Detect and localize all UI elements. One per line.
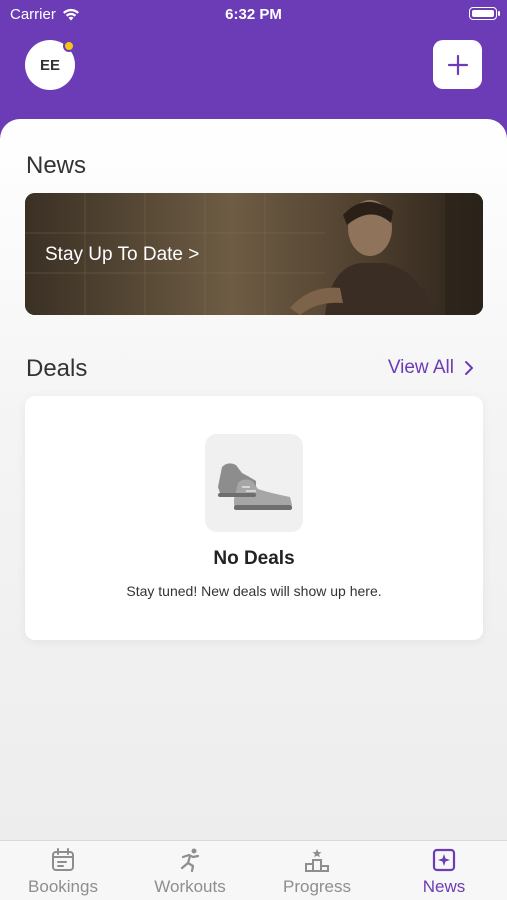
- chevron-right-icon: [465, 361, 473, 375]
- view-all-link[interactable]: View All: [388, 357, 474, 379]
- notification-dot: [63, 40, 75, 52]
- tab-workouts-label: Workouts: [154, 877, 226, 896]
- news-banner[interactable]: Stay Up To Date >: [25, 193, 483, 315]
- calendar-icon: [52, 848, 74, 871]
- view-all-label: View All: [387, 357, 454, 378]
- running-figure-icon: [180, 848, 200, 873]
- battery-icon: [469, 7, 500, 20]
- status-bar: Carrier 6:32 PM: [0, 0, 507, 30]
- clock: 6:32 PM: [225, 6, 282, 23]
- deals-section-title: Deals: [26, 355, 88, 382]
- tab-progress[interactable]: Progress: [254, 847, 380, 897]
- tab-news-label: News: [422, 877, 466, 896]
- no-deals-title: No Deals: [213, 548, 295, 569]
- tab-news[interactable]: News: [381, 847, 507, 897]
- sneakers-icon: [218, 463, 292, 510]
- news-icon: [432, 848, 456, 872]
- tab-bookings[interactable]: Bookings: [0, 847, 126, 897]
- news-banner-text: Stay Up To Date >: [45, 244, 200, 265]
- news-section-title: News: [26, 152, 87, 179]
- add-button[interactable]: [433, 40, 482, 89]
- podium-icon: [305, 849, 329, 872]
- avatar[interactable]: EE: [25, 40, 75, 90]
- no-deals-subtitle: Stay tuned! New deals will show up here.: [126, 583, 382, 599]
- avatar-initials: EE: [39, 56, 60, 74]
- plus-icon: [447, 54, 468, 75]
- deals-empty-card: No Deals Stay tuned! New deals will show…: [25, 396, 483, 640]
- tab-bookings-label: Bookings: [28, 877, 98, 896]
- tab-workouts[interactable]: Workouts: [127, 847, 253, 897]
- sneakers-illustration-box: [205, 434, 303, 532]
- tab-progress-label: Progress: [282, 877, 352, 896]
- tab-bar: Bookings Workouts Progress News: [0, 840, 507, 900]
